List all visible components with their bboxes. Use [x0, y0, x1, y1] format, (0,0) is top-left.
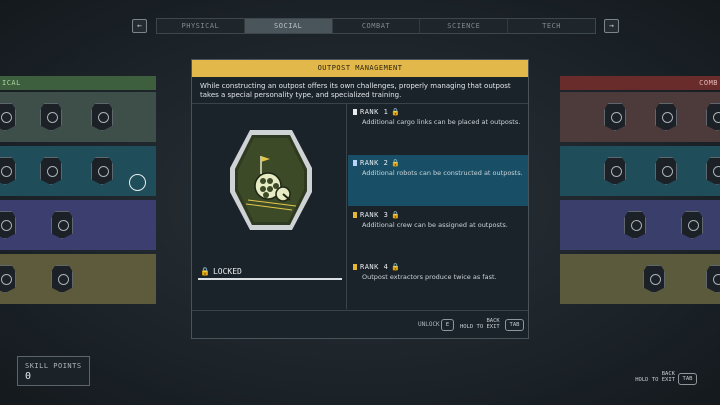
tab-social[interactable]: SOCIAL [244, 19, 333, 33]
prev-category-button[interactable]: ← [132, 19, 147, 33]
outpost-management-badge-icon [230, 130, 312, 230]
rank-item-2[interactable]: RANK 2 🔒 Additional robots can be constru… [348, 155, 528, 206]
hold-to-exit-label: HOLD TO EXIT [635, 377, 675, 383]
category-tab-bar: ← PHYSICAL SOCIAL COMBAT SCIENCE TECH → [132, 18, 620, 34]
tab-science[interactable]: SCIENCE [420, 19, 509, 33]
skill-badge-icon[interactable] [40, 103, 62, 131]
global-back-key-button[interactable]: TAB [678, 373, 697, 385]
rank-description: Outpost extractors produce twice as fast… [362, 273, 497, 281]
rank-label: RANK 2 [360, 159, 389, 167]
rank-pip-icon [353, 212, 357, 218]
lock-icon: 🔒 [391, 108, 401, 116]
lock-icon: 🔒 [391, 159, 401, 167]
skill-badge-icon[interactable] [0, 157, 16, 185]
rank-pip-icon [353, 109, 357, 115]
modal-title: OUTPOST MANAGEMENT [192, 60, 528, 77]
next-category-button[interactable]: → [604, 19, 619, 33]
skill-badge-icon[interactable] [51, 265, 73, 293]
skill-badge-icon[interactable] [91, 157, 113, 185]
lock-icon: 🔒 [391, 263, 401, 271]
locked-status: 🔒 LOCKED [200, 267, 242, 276]
locked-status-text: LOCKED [212, 267, 242, 276]
skill-row-tier-1 [0, 92, 156, 142]
rank-label: RANK 4 [360, 263, 389, 271]
modal-body: 🔒 LOCKED RANK 1 🔒 Additional cargo links c… [192, 103, 528, 309]
rank-pip-icon [353, 160, 357, 166]
skill-badge-icon[interactable] [604, 157, 626, 185]
rank-item-3[interactable]: RANK 3 🔒 Additional crew can be assigned … [348, 207, 528, 258]
combat-column-header: COMB [560, 76, 720, 90]
skill-row-tier-1 [560, 92, 720, 142]
rank-label: RANK 3 [360, 211, 389, 219]
hold-to-exit-label: HOLD TO EXIT [460, 324, 500, 330]
rank-description: Additional robots can be constructed at … [362, 169, 523, 177]
rank-pip-icon [353, 264, 357, 270]
skill-art-pane: 🔒 LOCKED [192, 104, 347, 309]
physical-column-header: ICAL [0, 76, 156, 90]
back-key-button[interactable]: TAB [505, 319, 524, 331]
skill-row-tier-2 [560, 146, 720, 196]
tab-combat[interactable]: COMBAT [333, 19, 421, 33]
lock-icon: 🔒 [200, 267, 210, 276]
unlock-key-button[interactable]: E [441, 319, 454, 331]
tab-physical[interactable]: PHYSICAL [157, 19, 245, 33]
global-back-hint: BACK HOLD TO EXIT [624, 371, 675, 383]
progress-bar [198, 278, 342, 280]
rank-item-1[interactable]: RANK 1 🔒 Additional cargo links can be pl… [348, 104, 528, 155]
skill-badge-icon[interactable] [0, 265, 16, 293]
skill-badge-icon[interactable] [706, 157, 720, 185]
skill-badge-icon[interactable] [0, 211, 16, 239]
skill-badge-icon[interactable] [706, 265, 720, 293]
skill-badge-icon[interactable] [51, 211, 73, 239]
rank-description: Additional crew can be assigned at outpo… [362, 221, 508, 229]
skill-badge-icon[interactable] [655, 103, 677, 131]
skill-points-label: SKILL POINTS [25, 362, 82, 370]
skill-badge-icon[interactable] [604, 103, 626, 131]
skill-badge-icon[interactable] [655, 157, 677, 185]
back-hint: BACK HOLD TO EXIT [460, 318, 500, 330]
skill-row-tier-4 [0, 254, 156, 304]
rank-item-4[interactable]: RANK 4 🔒 Outpost extractors produce twice… [348, 259, 528, 310]
tab-tech[interactable]: TECH [508, 19, 595, 33]
skill-badge-icon[interactable] [624, 211, 646, 239]
unlock-label: UNLOCK [418, 321, 440, 328]
skill-points-panel: SKILL POINTS 0 [17, 356, 90, 386]
skill-badge-icon[interactable] [706, 103, 720, 131]
skill-detail-modal: OUTPOST MANAGEMENT While constructing an… [191, 59, 529, 339]
lock-icon: 🔒 [391, 211, 401, 219]
skill-badge-icon[interactable] [40, 157, 62, 185]
cursor-ring [129, 174, 146, 191]
skill-row-tier-3 [560, 200, 720, 250]
skill-row-tier-4 [560, 254, 720, 304]
modal-footer: UNLOCK E BACK HOLD TO EXIT TAB [192, 310, 528, 338]
skill-badge-icon[interactable] [681, 211, 703, 239]
skill-badge-icon[interactable] [0, 103, 16, 131]
rank-list: RANK 1 🔒 Additional cargo links can be pl… [348, 104, 528, 309]
skill-badge-icon[interactable] [643, 265, 665, 293]
category-tabs: PHYSICAL SOCIAL COMBAT SCIENCE TECH [156, 18, 596, 34]
rank-description: Additional cargo links can be placed at … [362, 118, 521, 126]
skill-points-value: 0 [25, 371, 32, 382]
rank-label: RANK 1 [360, 108, 389, 116]
skill-badge-icon[interactable] [91, 103, 113, 131]
skill-row-tier-3 [0, 200, 156, 250]
